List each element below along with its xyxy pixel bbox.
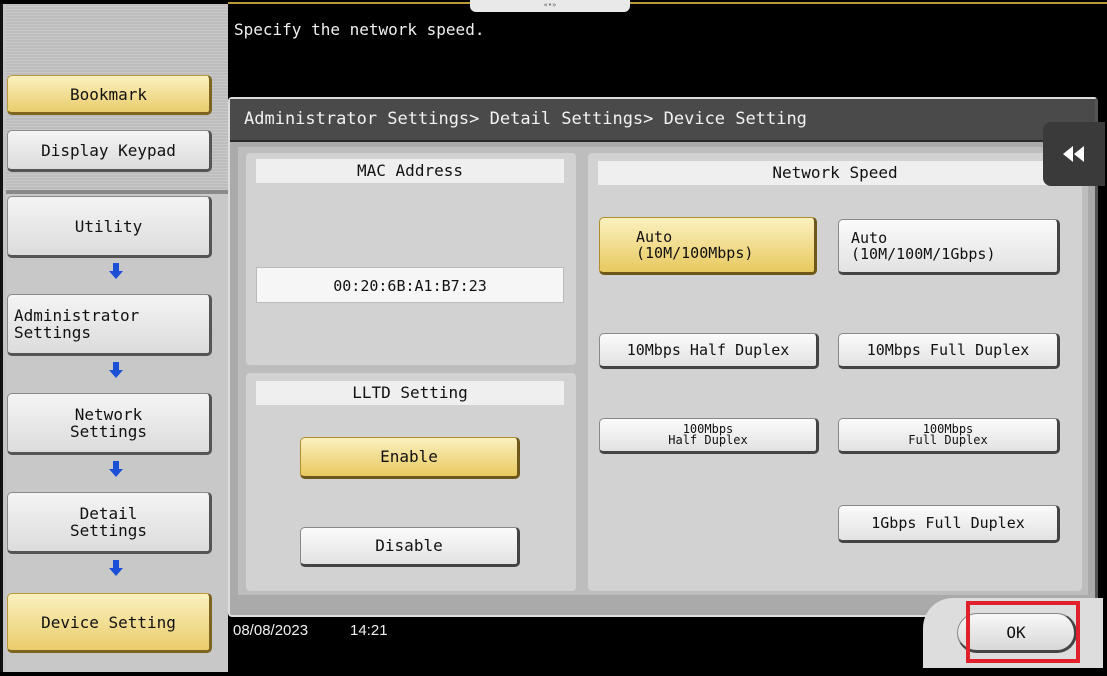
double-left-arrow-icon[interactable]	[1043, 122, 1105, 186]
speed-10-half-button[interactable]: 10Mbps Half Duplex	[599, 333, 819, 369]
nav-network-settings-button[interactable]: Network Settings	[7, 393, 212, 455]
arrow-down-icon	[109, 263, 123, 279]
bookmark-button[interactable]: Bookmark	[7, 75, 212, 115]
top-accent-line	[228, 2, 1107, 4]
footer-date: 08/08/2023	[233, 622, 309, 639]
speed-100-half-button[interactable]: 100Mbps Half Duplex	[599, 418, 819, 454]
nav-administrator-settings-button[interactable]: Administrator Settings	[7, 294, 212, 356]
display-keypad-button[interactable]: Display Keypad	[7, 130, 212, 172]
lltd-setting-box: LLTD Setting Enable Disable	[246, 373, 576, 591]
footer-time: 14:21	[350, 622, 388, 639]
top-handle: «•»	[470, 0, 630, 12]
panel-body: MAC Address 00:20:6B:A1:B7:23 LLTD Setti…	[238, 147, 1088, 595]
network-speed-heading: Network Speed	[598, 161, 1072, 185]
speed-100-full-button[interactable]: 100Mbps Full Duplex	[838, 418, 1060, 454]
mac-address-value: 00:20:6B:A1:B7:23	[256, 267, 564, 303]
speed-auto-1g-button[interactable]: Auto (10M/100M/1Gbps)	[838, 219, 1060, 275]
nav-device-setting-button[interactable]: Device Setting	[7, 593, 212, 653]
lltd-disable-button[interactable]: Disable	[300, 527, 520, 567]
nav-utility-button[interactable]: Utility	[7, 196, 212, 258]
mac-address-box: MAC Address 00:20:6B:A1:B7:23	[246, 153, 576, 365]
speed-auto-100-button[interactable]: Auto (10M/100Mbps)	[599, 217, 817, 275]
speed-1g-full-button[interactable]: 1Gbps Full Duplex	[838, 505, 1060, 543]
breadcrumb: Administrator Settings> Detail Settings>…	[230, 99, 1095, 142]
speed-10-full-button[interactable]: 10Mbps Full Duplex	[838, 333, 1060, 369]
arrow-down-icon	[109, 560, 123, 576]
arrow-down-icon	[109, 362, 123, 378]
highlight-box	[966, 601, 1080, 663]
instruction-text: Specify the network speed.	[234, 20, 485, 39]
arrow-down-icon	[109, 461, 123, 477]
settings-panel: Administrator Settings> Detail Settings>…	[228, 97, 1098, 617]
nav-detail-settings-button[interactable]: Detail Settings	[7, 492, 212, 554]
mac-address-heading: MAC Address	[256, 159, 564, 183]
lltd-setting-heading: LLTD Setting	[256, 381, 564, 405]
network-speed-box: Network Speed Auto (10M/100Mbps) Auto (1…	[588, 153, 1082, 591]
lltd-enable-button[interactable]: Enable	[300, 437, 520, 479]
device-screen: «•» Bookmark Display Keypad Utility Admi…	[0, 0, 1107, 676]
